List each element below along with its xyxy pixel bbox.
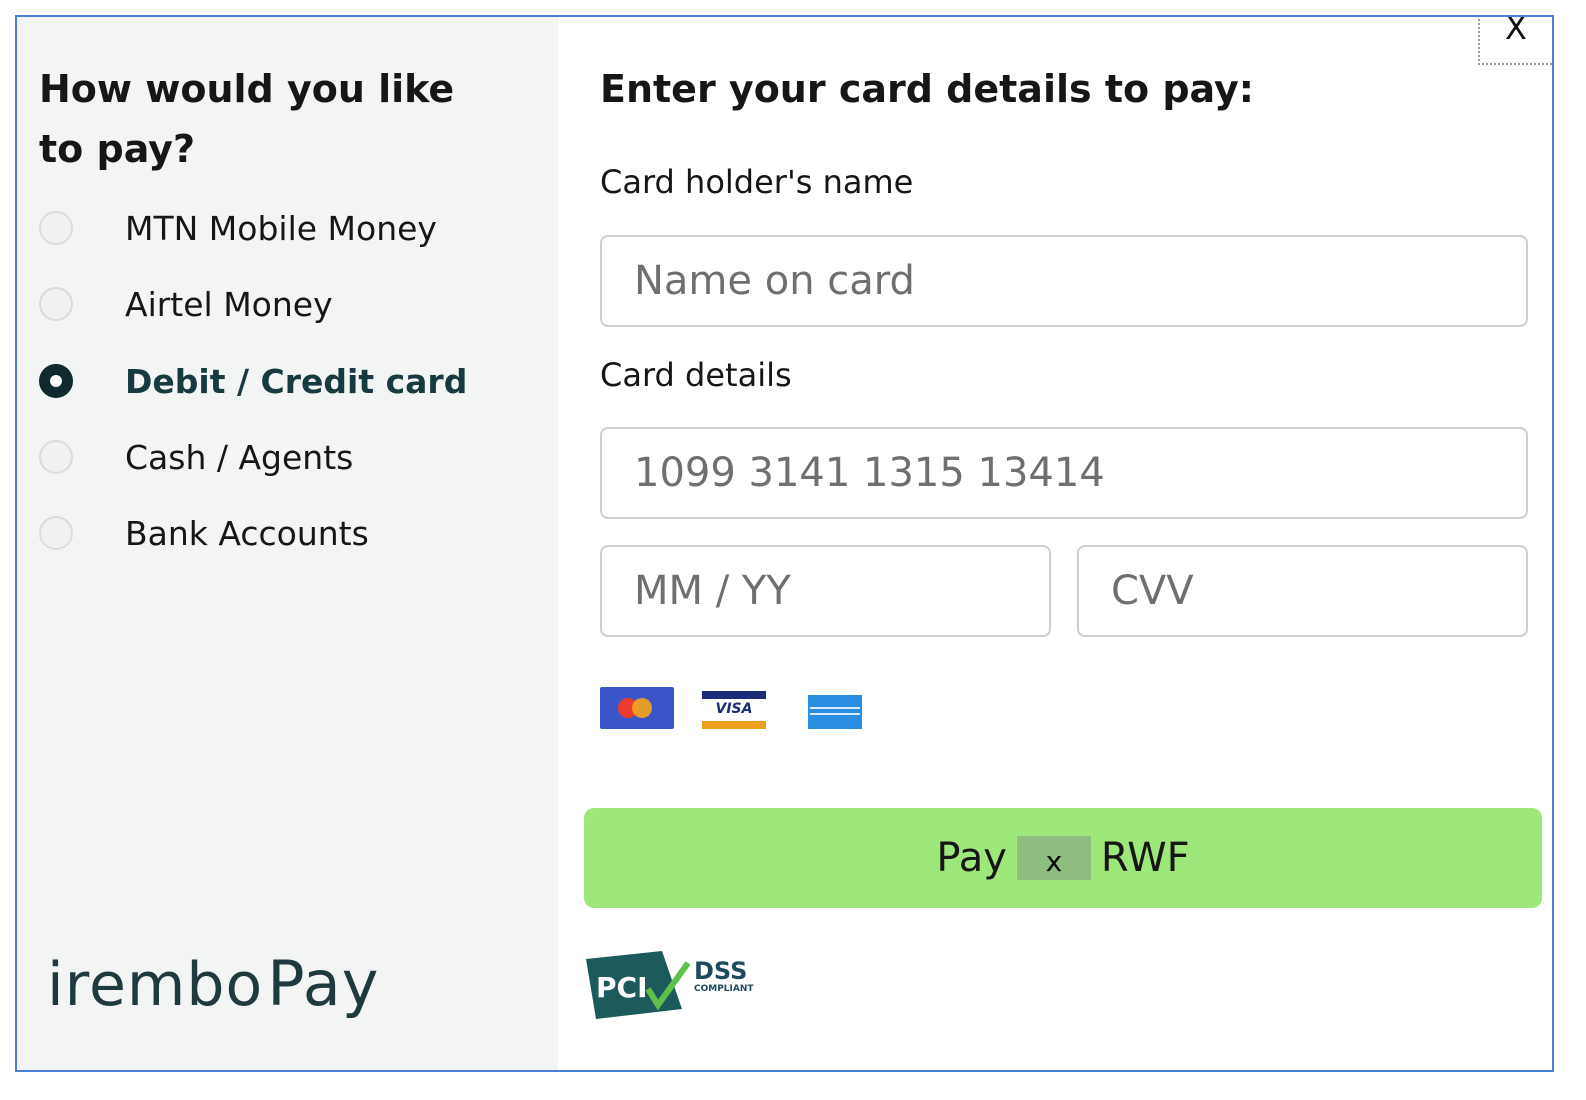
cvv-input[interactable]	[1077, 545, 1528, 637]
logo-suffix: Pay	[267, 947, 380, 1020]
option-mtn-mobile-money[interactable]: MTN Mobile Money	[39, 208, 437, 248]
payment-dialog: How would you like to pay? MTN Mobile Mo…	[15, 15, 1554, 1072]
radio-mtn-mobile-money[interactable]	[39, 211, 73, 245]
visa-icon: VISA	[702, 691, 766, 729]
radio-debit-credit-card[interactable]	[39, 364, 73, 398]
card-holder-label: Card holder's name	[600, 163, 914, 201]
card-form-title: Enter your card details to pay:	[600, 67, 1254, 111]
option-cash-agents[interactable]: Cash / Agents	[39, 437, 353, 477]
radio-airtel-money[interactable]	[39, 287, 73, 321]
option-airtel-money[interactable]: Airtel Money	[39, 284, 333, 324]
american-express-icon	[808, 695, 862, 729]
radio-cash-agents[interactable]	[39, 440, 73, 474]
close-button[interactable]: X	[1478, 17, 1552, 65]
option-bank-accounts[interactable]: Bank Accounts	[39, 513, 369, 553]
radio-bank-accounts[interactable]	[39, 516, 73, 550]
option-label: Bank Accounts	[125, 513, 369, 553]
pay-button[interactable]: Pay x RWF	[584, 808, 1542, 908]
option-label: Cash / Agents	[125, 437, 354, 477]
name-on-card-input[interactable]	[600, 235, 1528, 327]
irembopay-logo: iremboPay	[47, 947, 379, 1020]
pci-text: PCI	[596, 971, 648, 1004]
mastercard-icon	[600, 687, 674, 729]
card-number-input[interactable]	[600, 427, 1528, 519]
logo-brand: irembo	[47, 950, 264, 1020]
pay-amount: x	[1016, 836, 1091, 880]
dss-text: DSS	[694, 957, 747, 985]
option-label: Debit / Credit card	[125, 361, 468, 401]
pay-button-prefix: Pay	[936, 835, 1007, 881]
compliant-text: COMPLIANT	[694, 984, 754, 994]
card-form-panel: Enter your card details to pay: Card hol…	[558, 17, 1552, 1070]
payment-method-title: How would you like to pay?	[39, 67, 455, 171]
expiry-input[interactable]	[600, 545, 1051, 637]
option-label: Airtel Money	[125, 284, 333, 324]
pci-dss-compliant-badge: PCI DSS COMPLIANT	[586, 951, 754, 1019]
payment-method-panel: How would you like to pay? MTN Mobile Mo…	[17, 17, 558, 1070]
card-details-label: Card details	[600, 356, 792, 394]
option-label: MTN Mobile Money	[125, 208, 437, 248]
pay-currency: RWF	[1100, 835, 1190, 881]
option-debit-credit-card[interactable]: Debit / Credit card	[39, 361, 467, 401]
visa-text: VISA	[715, 701, 753, 717]
